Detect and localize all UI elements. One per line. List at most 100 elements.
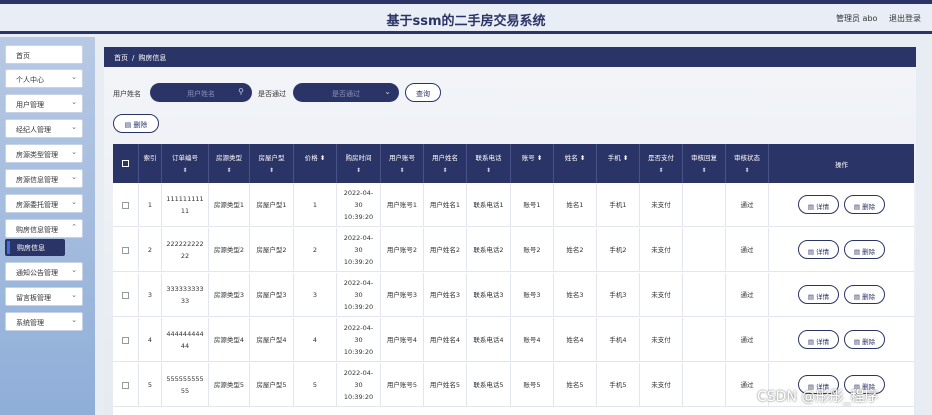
row-select-cell	[113, 228, 139, 272]
sidebar-item-house-types[interactable]: 房源类型管理 ⌄	[5, 144, 83, 163]
cell-acct: 账号5	[511, 363, 554, 407]
cell-layout: 房屋户型4	[250, 318, 294, 362]
cell-uname: 用户姓名1	[424, 183, 467, 227]
trash-icon: ▤	[124, 121, 132, 129]
row-checkbox[interactable]	[122, 246, 129, 254]
cell-mobile: 手机3	[597, 273, 640, 317]
row-checkbox[interactable]	[122, 201, 129, 209]
col-mobile[interactable]: 手机 ⬍	[597, 144, 640, 183]
col-label: 账号	[521, 154, 535, 162]
sort-icon: ⬍	[226, 167, 232, 174]
detail-button[interactable]: ▤ 详情	[798, 195, 839, 214]
username-label: 用户姓名	[113, 90, 141, 98]
header-bar: 基于ssm的二手房交易系统 管理员 abo 退出登录	[0, 4, 932, 34]
approved-placeholder: 是否通过	[332, 90, 360, 98]
sidebar-item-profile[interactable]: 个人中心 ⌄	[5, 69, 83, 88]
col-label: 索引	[143, 154, 157, 162]
detail-button[interactable]: ▤ 详情	[798, 330, 839, 349]
sidebar-subitem-purchase[interactable]: 购房信息	[5, 239, 65, 256]
approved-select[interactable]: 是否通过 ⌄	[293, 83, 399, 102]
cell-phone: 联系电话3	[467, 273, 511, 317]
detail-icon: ▤	[807, 293, 815, 301]
chevron-down-icon: ⌄	[71, 98, 77, 106]
col-layout[interactable]: 房屋户型 ⬍	[250, 144, 294, 183]
admin-label: 管理员 abo	[836, 14, 878, 23]
row-checkbox[interactable]	[122, 291, 129, 299]
cell-phone: 联系电话4	[467, 318, 511, 362]
col-house-type[interactable]: 房源类型 ⬍	[209, 144, 250, 183]
logout-link[interactable]: 退出登录	[889, 13, 921, 24]
cell-uname: 用户姓名4	[424, 318, 467, 362]
cell-order: 444444444 44	[162, 318, 209, 362]
delete-label: 删除	[862, 203, 876, 211]
cell-idx: 5	[139, 363, 162, 407]
delete-button[interactable]: ▤ 删除	[844, 285, 885, 304]
detail-label: 详情	[816, 293, 830, 301]
batch-delete-button[interactable]: ▤ 删除	[113, 114, 159, 133]
delete-button[interactable]: ▤ 删除	[844, 195, 885, 214]
chevron-down-icon: ⌄	[71, 316, 77, 324]
detail-icon: ▤	[807, 338, 815, 346]
sidebar-item-purchase-info[interactable]: 购房信息管理 ⌃	[5, 219, 83, 238]
col-label: 用户账号	[389, 154, 415, 162]
sidebar-item-label: 购房信息管理	[16, 226, 58, 234]
cell-layout: 房屋户型3	[250, 273, 294, 317]
username-search-input[interactable]: 用户姓名 ⚲	[150, 83, 252, 102]
cell-reply	[683, 273, 726, 317]
trash-icon: ▤	[853, 203, 861, 211]
cell-mobile: 手机5	[597, 363, 640, 407]
row-checkbox[interactable]	[122, 381, 129, 389]
cell-acct: 账号2	[511, 228, 554, 272]
col-phone[interactable]: 联系电话 ⬍	[467, 144, 511, 183]
col-index[interactable]: 索引	[139, 144, 162, 183]
sidebar-item-notices[interactable]: 通知公告管理 ⌄	[5, 262, 83, 281]
sidebar-item-agents[interactable]: 经纪人管理 ⌄	[5, 119, 83, 138]
delete-label: 删除	[862, 248, 876, 256]
cell-phone: 联系电话1	[467, 183, 511, 227]
col-label: 订单编号	[172, 154, 198, 162]
delete-button[interactable]: ▤ 删除	[844, 330, 885, 349]
select-all-checkbox[interactable]	[122, 160, 129, 167]
col-price[interactable]: 价格 ⬍	[294, 144, 337, 183]
detail-label: 详情	[816, 338, 830, 346]
table-row: 3 333333333 33 房源类型3 房屋户型3 3 2022-04-30 10:39…	[113, 273, 914, 317]
col-account[interactable]: 账号 ⬍	[511, 144, 554, 183]
col-review-reply[interactable]: 审核回复 ⬍	[683, 144, 726, 183]
detail-button[interactable]: ▤ 详情	[798, 285, 839, 304]
col-label: 房源类型	[216, 154, 242, 162]
sidebar-item-home[interactable]: 首页	[5, 45, 83, 64]
chevron-down-icon: ⌄	[71, 173, 77, 181]
breadcrumb-home[interactable]: 首页	[114, 54, 128, 62]
cell-uname: 用户姓名3	[424, 273, 467, 317]
col-paid[interactable]: 是否支付 ⬍	[640, 144, 683, 183]
sidebar-item-house-info[interactable]: 房源信息管理 ⌄	[5, 169, 83, 188]
sort-icon: ⬍	[485, 167, 492, 174]
row-checkbox[interactable]	[122, 336, 129, 344]
col-user-name[interactable]: 用户姓名 ⬍	[424, 144, 467, 183]
col-user-account[interactable]: 用户账号 ⬍	[381, 144, 424, 183]
col-label: 操作	[835, 161, 848, 169]
cell-paid: 未支付	[640, 273, 683, 317]
sidebar-item-messages[interactable]: 留言板管理 ⌄	[5, 287, 83, 306]
cell-uacct: 用户账号1	[381, 183, 424, 227]
sidebar-item-users[interactable]: 用户管理 ⌄	[5, 94, 83, 113]
app-title: 基于ssm的二手房交易系统	[386, 14, 546, 29]
cell-layout: 房屋户型2	[250, 228, 294, 272]
sort-icon: ⬍	[744, 167, 750, 174]
col-review-status[interactable]: 审核状态 ⬍	[726, 144, 769, 183]
purchase-table: 索引 订单编号 ⬍ 房源类型 ⬍ 房屋户型 ⬍ 价格 ⬍ 购房时间 ⬍ 用户账号 ⬍ 用户…	[113, 144, 914, 415]
delete-button[interactable]: ▤ 删除	[844, 240, 885, 259]
sidebar-item-label: 房源信息管理	[16, 176, 58, 184]
col-name[interactable]: 姓名 ⬍	[554, 144, 597, 183]
col-order-no[interactable]: 订单编号 ⬍	[162, 144, 209, 183]
sidebar-item-system[interactable]: 系统管理 ⌄	[5, 312, 83, 331]
cell-mobile: 手机4	[597, 318, 640, 362]
query-button[interactable]: 查询	[405, 83, 441, 102]
col-purchase-time[interactable]: 购房时间 ⬍	[337, 144, 381, 183]
detail-button[interactable]: ▤ 详情	[798, 240, 839, 259]
cell-type: 房源类型3	[209, 273, 250, 317]
sidebar-item-house-commission[interactable]: 房源委托管理 ⌄	[5, 194, 83, 213]
sidebar-item-label: 房源委托管理	[16, 201, 58, 209]
cell-status: 通过	[726, 273, 769, 317]
row-select-cell	[113, 273, 139, 317]
